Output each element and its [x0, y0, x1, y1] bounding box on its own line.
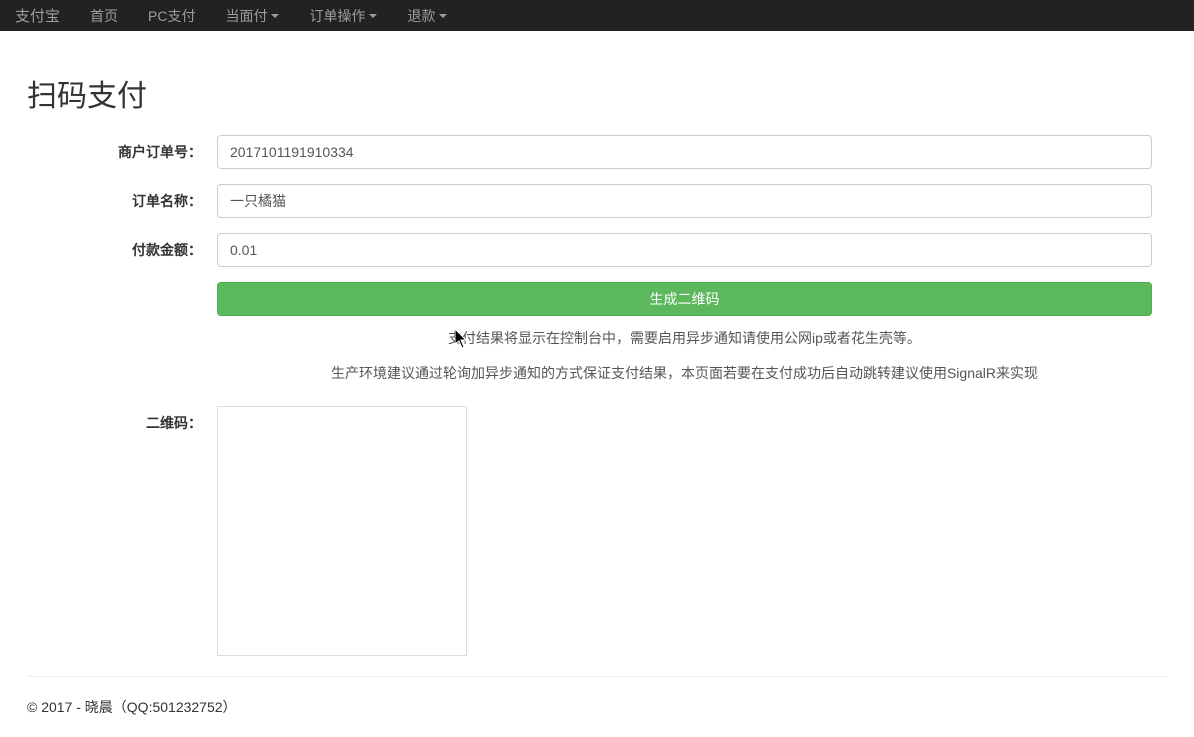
page-title: 扫码支付 [27, 71, 1167, 115]
payment-form: 商户订单号： 订单名称： 付款金额： 生成二维码 支付结果将显示在控制台中，需要… [27, 135, 1167, 656]
input-order-name[interactable] [217, 184, 1152, 218]
nav-order-ops[interactable]: 订单操作 [294, 1, 392, 31]
label-amount: 付款金额： [27, 233, 217, 260]
caret-down-icon [271, 14, 279, 18]
label-qrcode: 二维码： [27, 406, 217, 433]
help-text-line1: 支付结果将显示在控制台中，需要启用异步通知请使用公网ip或者花生壳等。 [217, 326, 1152, 351]
page-footer: © 2017 - 晓晨（QQ:501232752） [27, 697, 1167, 737]
nav-face-pay-label: 当面付 [225, 6, 267, 26]
navbar-brand[interactable]: 支付宝 [15, 0, 75, 31]
input-amount[interactable] [217, 233, 1152, 267]
nav-home-label: 首页 [90, 6, 118, 26]
row-order-name: 订单名称： [27, 184, 1167, 218]
nav-home[interactable]: 首页 [75, 1, 133, 31]
footer-text: © 2017 - 晓晨（QQ:501232752） [27, 697, 1167, 717]
help-text-line2: 生产环境建议通过轮询加异步通知的方式保证支付结果，本页面若要在支付成功后自动跳转… [217, 361, 1152, 386]
footer-divider [27, 676, 1167, 677]
caret-down-icon [369, 14, 377, 18]
label-order-name: 订单名称： [27, 184, 217, 211]
label-order-no: 商户订单号： [27, 135, 217, 162]
top-navbar: 支付宝 首页 PC支付 当面付 订单操作 退款 [0, 0, 1194, 31]
nav-refund-label: 退款 [407, 6, 435, 26]
nav-face-pay[interactable]: 当面付 [210, 1, 294, 31]
qrcode-placeholder [217, 406, 467, 656]
row-amount: 付款金额： [27, 233, 1167, 267]
nav-pc-pay-label: PC支付 [148, 6, 195, 26]
input-order-no[interactable] [217, 135, 1152, 169]
nav-pc-pay[interactable]: PC支付 [133, 1, 210, 31]
caret-down-icon [439, 14, 447, 18]
row-order-no: 商户订单号： [27, 135, 1167, 169]
row-submit: 生成二维码 支付结果将显示在控制台中，需要启用异步通知请使用公网ip或者花生壳等… [27, 282, 1167, 386]
nav-refund[interactable]: 退款 [392, 1, 462, 31]
row-qrcode: 二维码： [27, 406, 1167, 656]
generate-qrcode-button[interactable]: 生成二维码 [217, 282, 1152, 316]
navbar-menu: 首页 PC支付 当面付 订单操作 退款 [75, 1, 462, 31]
page-body: 扫码支付 商户订单号： 订单名称： 付款金额： 生成二维码 支付结果将显示在控制… [12, 31, 1182, 737]
nav-order-ops-label: 订单操作 [309, 6, 365, 26]
